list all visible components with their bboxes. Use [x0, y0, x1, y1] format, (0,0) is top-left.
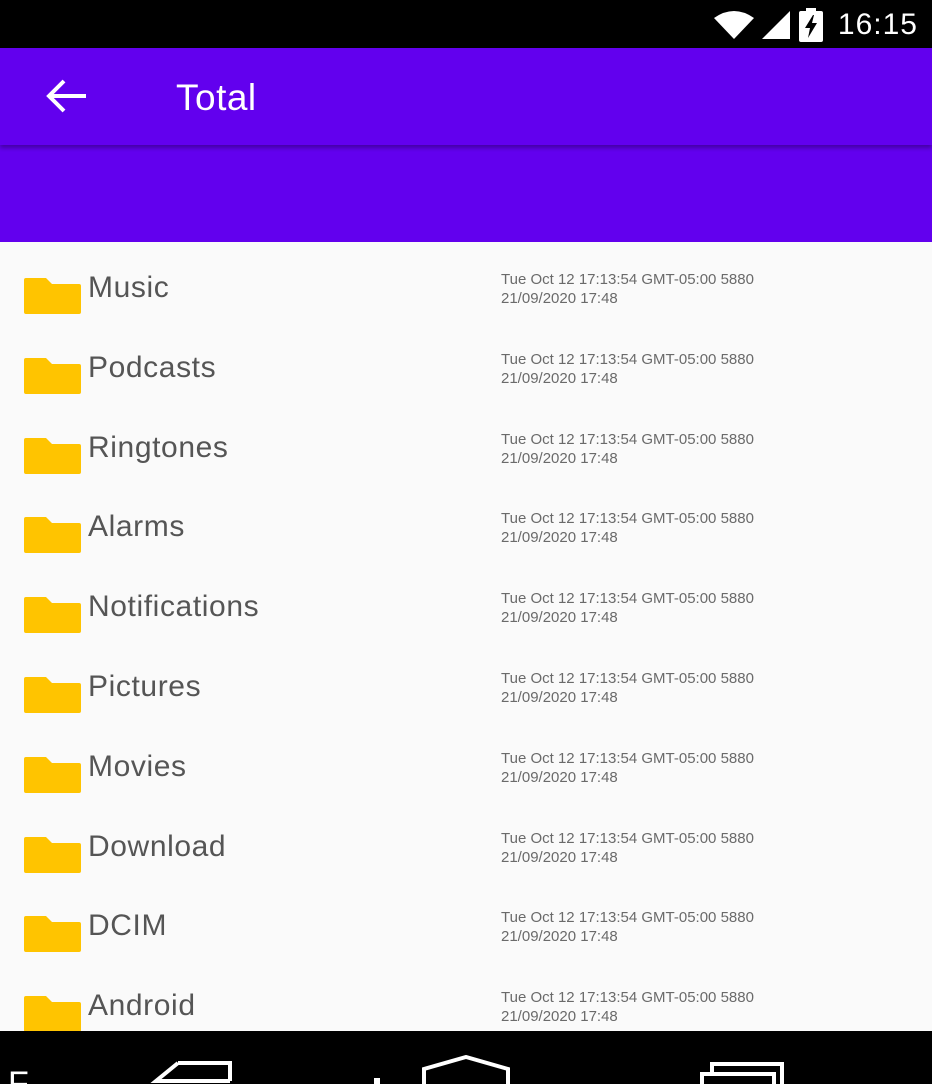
- nav-recents-button[interactable]: [692, 1057, 788, 1084]
- app-bar-extension: [0, 145, 932, 242]
- arrow-left-icon: [46, 79, 86, 113]
- file-meta-line1: Tue Oct 12 17:13:54 GMT-05:00 5880: [501, 909, 754, 927]
- file-meta-line1: Tue Oct 12 17:13:54 GMT-05:00 5880: [501, 590, 754, 608]
- list-item[interactable]: Pictures Tue Oct 12 17:13:54 GMT-05:00 5…: [0, 641, 932, 721]
- folder-icon: [24, 676, 81, 713]
- file-meta-line2: 21/09/2020 17:48: [501, 928, 618, 946]
- list-item[interactable]: Podcasts Tue Oct 12 17:13:54 GMT-05:00 5…: [0, 322, 932, 402]
- file-meta-line2: 21/09/2020 17:48: [501, 369, 618, 387]
- status-icons: 16:15: [713, 7, 918, 43]
- file-name: DCIM: [88, 909, 168, 943]
- page-title: Total: [176, 77, 257, 118]
- file-meta-line2: 21/09/2020 17:48: [501, 529, 618, 547]
- folder-icon: [24, 437, 81, 474]
- file-name: Alarms: [88, 510, 185, 544]
- file-name: Pictures: [88, 669, 202, 703]
- cell-signal-icon: [761, 11, 790, 39]
- file-meta-line1: Tue Oct 12 17:13:54 GMT-05:00 5880: [501, 350, 754, 368]
- file-list: Music Tue Oct 12 17:13:54 GMT-05:00 5880…: [0, 242, 932, 1031]
- list-item[interactable]: Music Tue Oct 12 17:13:54 GMT-05:00 5880…: [0, 242, 932, 322]
- file-meta-line1: Tue Oct 12 17:13:54 GMT-05:00 5880: [501, 829, 754, 847]
- nav-back-button[interactable]: [150, 1059, 240, 1084]
- back-icon: [150, 1061, 232, 1083]
- list-item[interactable]: Alarms Tue Oct 12 17:13:54 GMT-05:00 588…: [0, 481, 932, 561]
- file-meta-line1: Tue Oct 12 17:13:54 GMT-05:00 5880: [501, 749, 754, 767]
- file-meta-line1: Tue Oct 12 17:13:54 GMT-05:00 5880: [501, 989, 754, 1007]
- file-name: Podcasts: [88, 350, 217, 384]
- navigation-bar: F: [0, 1031, 932, 1084]
- file-meta-line2: 21/09/2020 17:48: [501, 768, 618, 786]
- file-name: Ringtones: [88, 430, 229, 464]
- folder-icon: [24, 357, 81, 394]
- app-bar: Total: [0, 48, 932, 145]
- file-meta-line2: 21/09/2020 17:48: [501, 290, 618, 307]
- file-meta: Tue Oct 12 17:13:54 GMT-05:00 5880 21/09…: [501, 430, 754, 468]
- file-meta: Tue Oct 12 17:13:54 GMT-05:00 5880 21/09…: [501, 988, 754, 1026]
- list-item[interactable]: Notifications Tue Oct 12 17:13:54 GMT-05…: [0, 561, 932, 641]
- file-meta: Tue Oct 12 17:13:54 GMT-05:00 5880 21/09…: [501, 509, 754, 547]
- nav-left-glyph: F: [8, 1065, 29, 1084]
- file-name: Movies: [88, 749, 187, 783]
- file-name: Android: [88, 989, 196, 1023]
- list-item[interactable]: Android Tue Oct 12 17:13:54 GMT-05:00 58…: [0, 960, 932, 1031]
- battery-charging-icon: [798, 8, 823, 42]
- file-name: Download: [88, 829, 227, 863]
- file-meta: Tue Oct 12 17:13:54 GMT-05:00 5880 21/09…: [501, 749, 754, 787]
- file-name: Notifications: [88, 590, 260, 624]
- folder-icon: [24, 756, 81, 793]
- list-item[interactable]: Ringtones Tue Oct 12 17:13:54 GMT-05:00 …: [0, 402, 932, 482]
- file-meta-line2: 21/09/2020 17:48: [501, 1008, 618, 1026]
- file-meta-line2: 21/09/2020 17:48: [501, 449, 618, 467]
- file-meta: Tue Oct 12 17:13:54 GMT-05:00 5880 21/09…: [501, 908, 754, 946]
- file-meta: Tue Oct 12 17:13:54 GMT-05:00 5880 21/09…: [501, 829, 754, 867]
- file-meta-line1: Tue Oct 12 17:13:54 GMT-05:00 5880: [501, 669, 754, 687]
- file-name: Music: [88, 271, 170, 304]
- file-meta-line1: Tue Oct 12 17:13:54 GMT-05:00 5880: [501, 271, 754, 288]
- folder-icon: [24, 278, 81, 314]
- file-meta-line2: 21/09/2020 17:48: [501, 609, 618, 627]
- file-meta: Tue Oct 12 17:13:54 GMT-05:00 5880 21/09…: [501, 350, 754, 388]
- wifi-icon: [713, 11, 754, 39]
- file-meta-line1: Tue Oct 12 17:13:54 GMT-05:00 5880: [501, 430, 754, 448]
- list-item[interactable]: DCIM Tue Oct 12 17:13:54 GMT-05:00 5880 …: [0, 880, 932, 960]
- folder-icon: [24, 836, 81, 873]
- file-meta-line2: 21/09/2020 17:48: [501, 688, 618, 706]
- back-button[interactable]: [42, 76, 90, 116]
- file-meta: Tue Oct 12 17:13:54 GMT-05:00 5880 21/09…: [501, 669, 754, 707]
- file-meta: Tue Oct 12 17:13:54 GMT-05:00 5880 21/09…: [501, 270, 754, 308]
- list-item[interactable]: Movies Tue Oct 12 17:13:54 GMT-05:00 588…: [0, 721, 932, 801]
- file-meta-line2: 21/09/2020 17:48: [501, 848, 618, 866]
- status-bar: 16:15: [0, 0, 932, 48]
- recents-icon: [700, 1062, 784, 1084]
- file-meta-line1: Tue Oct 12 17:13:54 GMT-05:00 5880: [501, 510, 754, 528]
- folder-icon: [24, 597, 81, 634]
- nav-home-button[interactable]: [418, 1054, 514, 1084]
- home-icon: [422, 1054, 510, 1084]
- folder-icon: [24, 996, 81, 1031]
- nav-dot: [374, 1078, 380, 1084]
- list-item[interactable]: Download Tue Oct 12 17:13:54 GMT-05:00 5…: [0, 801, 932, 881]
- status-time: 16:15: [837, 8, 918, 41]
- file-meta: Tue Oct 12 17:13:54 GMT-05:00 5880 21/09…: [501, 589, 754, 627]
- folder-icon: [24, 916, 81, 953]
- folder-icon: [24, 517, 81, 554]
